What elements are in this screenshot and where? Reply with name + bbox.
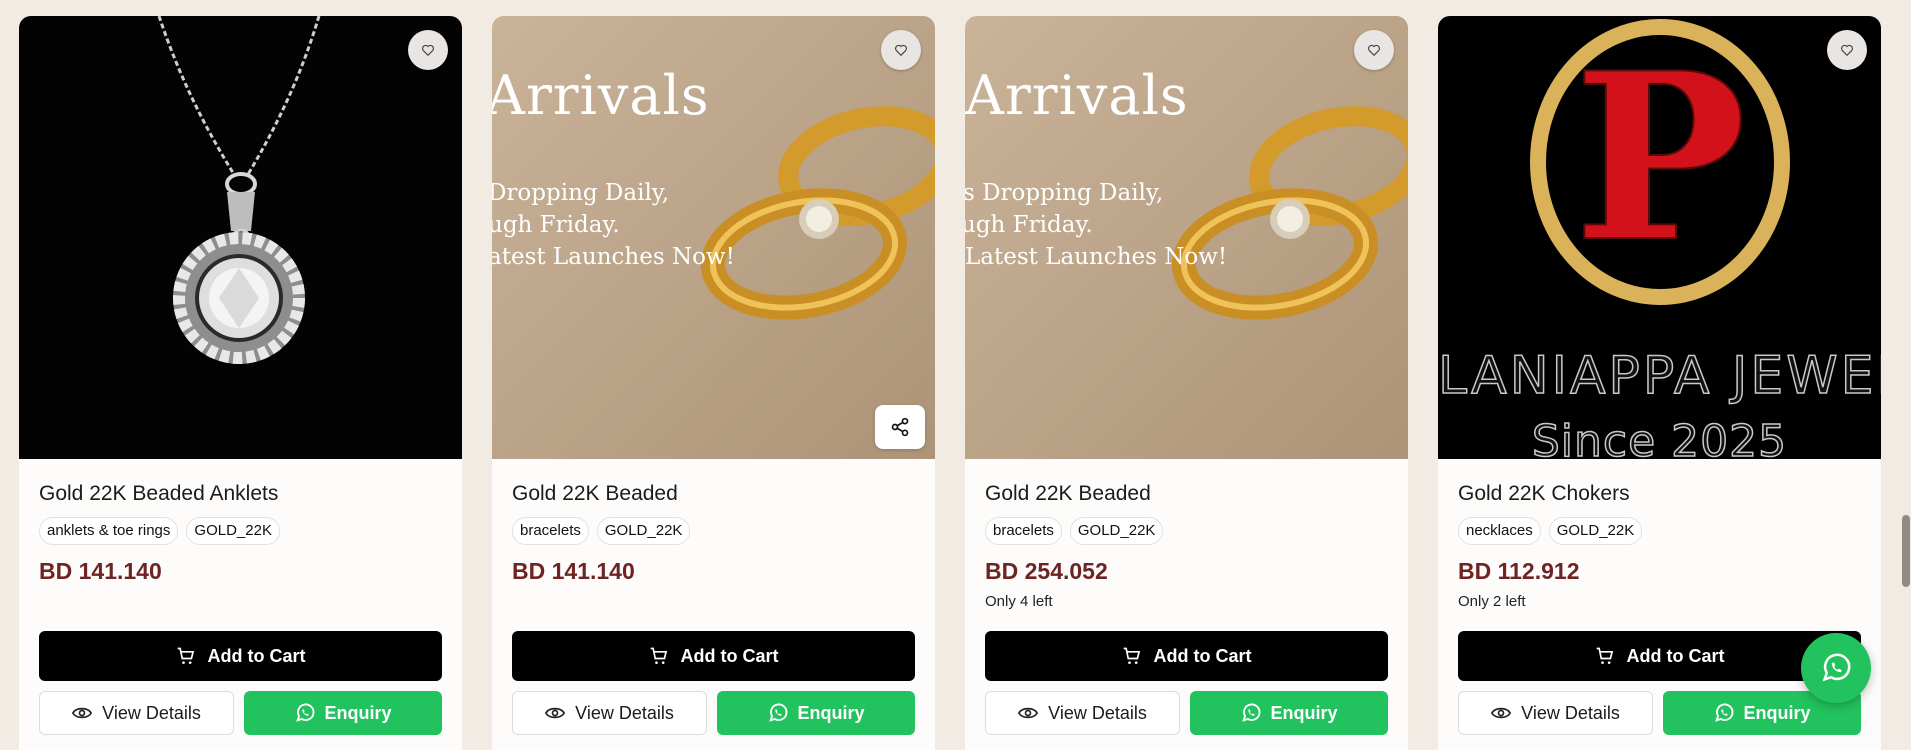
- eye-icon: [1018, 707, 1039, 719]
- cart-icon: [1123, 647, 1140, 664]
- add-to-cart-label: Add to Cart: [680, 645, 779, 666]
- product-price: BD 141.140: [39, 558, 162, 584]
- favorite-button[interactable]: [408, 30, 448, 70]
- whatsapp-icon: [1242, 703, 1261, 722]
- banner-line: Latest Launches Now!: [965, 244, 1228, 270]
- product-card: Arrivals s Dropping Daily, ugh Friday. L…: [965, 16, 1408, 750]
- add-to-cart-label: Add to Cart: [1153, 645, 1252, 666]
- view-details-button[interactable]: View Details: [39, 691, 234, 735]
- banner-text: Arrivals Dropping Daily, ugh Friday. ate…: [492, 16, 935, 459]
- banner-line: Dropping Daily,: [492, 180, 670, 206]
- product-price: BD 254.052: [985, 558, 1108, 584]
- cart-icon: [650, 647, 667, 664]
- logo-since: Since 2025: [1531, 415, 1788, 459]
- stock-note: Only 2 left: [1458, 593, 1526, 610]
- category-tag: bracelets: [985, 517, 1062, 545]
- banner-line: s Dropping Daily,: [965, 180, 1164, 206]
- eye-icon: [545, 707, 566, 719]
- stock-note: [39, 592, 442, 612]
- material-tag: GOLD_22K: [1069, 517, 1164, 545]
- add-to-cart-button[interactable]: Add to Cart: [985, 631, 1388, 681]
- product-price: BD 112.912: [1458, 558, 1580, 584]
- product-title[interactable]: Gold 22K Beaded: [985, 481, 1388, 507]
- product-image[interactable]: P LANIAPPA JEWELLE Since 2025: [1438, 16, 1881, 459]
- tag-list: bracelets GOLD_22K: [512, 517, 915, 545]
- heart-icon: [422, 44, 434, 57]
- category-tag: anklets & toe rings: [39, 517, 179, 545]
- add-to-cart-label: Add to Cart: [207, 645, 306, 666]
- banner-text: Arrivals s Dropping Daily, ugh Friday. L…: [965, 16, 1408, 459]
- scrollbar-thumb[interactable]: [1902, 515, 1910, 587]
- add-to-cart-label: Add to Cart: [1626, 645, 1725, 666]
- enquiry-label: Enquiry: [324, 702, 392, 723]
- product-image[interactable]: Arrivals Dropping Daily, ugh Friday. ate…: [492, 16, 935, 459]
- cart-icon: [177, 647, 194, 664]
- whatsapp-icon: [1822, 653, 1851, 682]
- whatsapp-chat-button[interactable]: [1801, 633, 1871, 703]
- product-title[interactable]: Gold 22K Chokers: [1458, 481, 1861, 507]
- whatsapp-icon: [1715, 703, 1734, 722]
- banner-line: ugh Friday.: [492, 212, 620, 238]
- banner-line: ugh Friday.: [965, 212, 1093, 238]
- banner-line: atest Launches Now!: [492, 244, 735, 270]
- product-grid: Gold 22K Beaded Anklets anklets & toe ri…: [19, 16, 1881, 750]
- product-card: Arrivals Dropping Daily, ugh Friday. ate…: [492, 16, 935, 750]
- whatsapp-icon: [296, 703, 315, 722]
- logo-name: LANIAPPA JEWELLE: [1438, 345, 1881, 407]
- heart-icon: [1841, 44, 1853, 57]
- banner-title: Arrivals: [965, 64, 1189, 127]
- product-title[interactable]: Gold 22K Beaded Anklets: [39, 481, 442, 507]
- pendant-necklace-image: [19, 16, 462, 459]
- enquiry-button[interactable]: Enquiry: [717, 691, 915, 735]
- product-image[interactable]: [19, 16, 462, 459]
- view-details-label: View Details: [575, 702, 674, 723]
- tag-list: necklaces GOLD_22K: [1458, 517, 1861, 545]
- add-to-cart-button[interactable]: Add to Cart: [39, 631, 442, 681]
- whatsapp-icon: [769, 703, 788, 722]
- view-details-label: View Details: [102, 702, 201, 723]
- category-tag: bracelets: [512, 517, 589, 545]
- view-details-button[interactable]: View Details: [985, 691, 1180, 735]
- enquiry-label: Enquiry: [1270, 702, 1338, 723]
- eye-icon: [1491, 707, 1512, 719]
- material-tag: GOLD_22K: [1548, 517, 1643, 545]
- add-to-cart-button[interactable]: Add to Cart: [512, 631, 915, 681]
- banner-title: Arrivals: [492, 64, 710, 127]
- cart-icon: [1596, 647, 1613, 664]
- logo-letter: P: [1574, 23, 1747, 293]
- material-tag: GOLD_22K: [186, 517, 280, 545]
- view-details-button[interactable]: View Details: [1458, 691, 1653, 735]
- heart-icon: [895, 44, 907, 57]
- favorite-button[interactable]: [1827, 30, 1867, 70]
- product-card: Gold 22K Beaded Anklets anklets & toe ri…: [19, 16, 462, 750]
- stock-note: Only 4 left: [985, 593, 1053, 610]
- tag-list: bracelets GOLD_22K: [985, 517, 1388, 545]
- share-button[interactable]: [875, 405, 925, 449]
- material-tag: GOLD_22K: [596, 517, 691, 545]
- heart-icon: [1368, 44, 1380, 57]
- enquiry-button[interactable]: Enquiry: [1190, 691, 1388, 735]
- product-price: BD 141.140: [512, 558, 635, 584]
- view-details-button[interactable]: View Details: [512, 691, 707, 735]
- category-tag: necklaces: [1458, 517, 1541, 545]
- page-scrollbar[interactable]: [1900, 0, 1911, 750]
- tag-list: anklets & toe rings GOLD_22K: [39, 517, 442, 545]
- view-details-label: View Details: [1048, 702, 1147, 723]
- favorite-button[interactable]: [881, 30, 921, 70]
- product-image[interactable]: Arrivals s Dropping Daily, ugh Friday. L…: [965, 16, 1408, 459]
- eye-icon: [72, 707, 93, 719]
- enquiry-label: Enquiry: [797, 702, 865, 723]
- share-icon: [891, 417, 909, 437]
- enquiry-button[interactable]: Enquiry: [244, 691, 442, 735]
- enquiry-label: Enquiry: [1743, 702, 1811, 723]
- favorite-button[interactable]: [1354, 30, 1394, 70]
- stock-note: [512, 592, 915, 612]
- product-title[interactable]: Gold 22K Beaded: [512, 481, 915, 507]
- view-details-label: View Details: [1521, 702, 1620, 723]
